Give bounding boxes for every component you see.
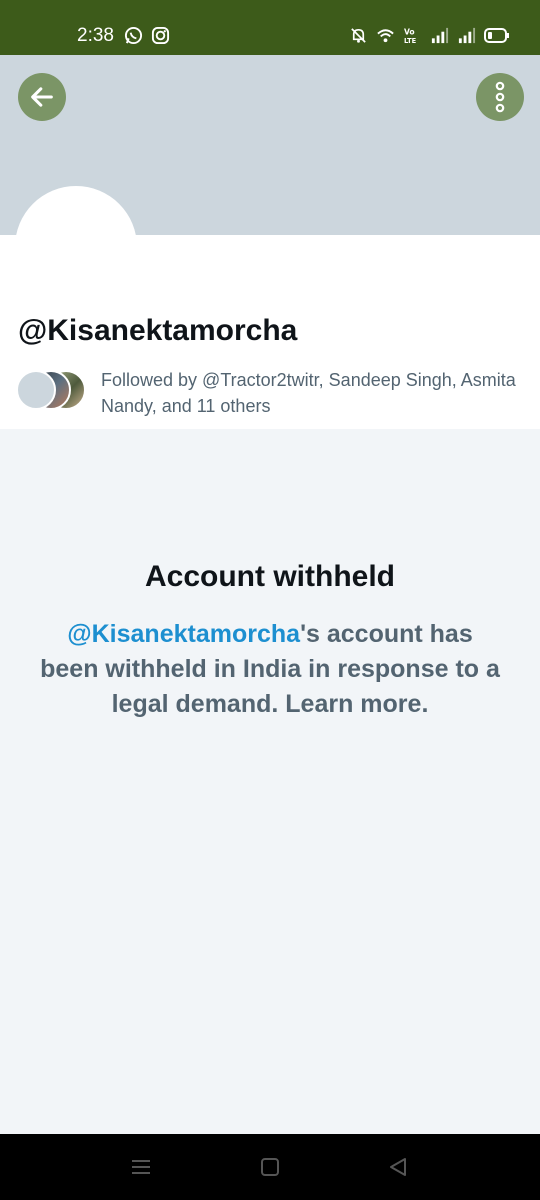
arrow-left-icon <box>31 87 53 107</box>
signal-icon <box>431 27 449 44</box>
back-triangle-icon[interactable] <box>387 1156 409 1178</box>
wifi-icon <box>377 29 394 43</box>
svg-text:LTE: LTE <box>404 37 417 45</box>
mute-icon <box>351 28 366 43</box>
status-bar: 2:38 Vo LTE <box>0 0 540 55</box>
profile-handle: @Kisanektamorcha <box>18 314 298 347</box>
volte-icon: Vo LTE <box>404 28 417 45</box>
home-square-icon[interactable] <box>259 1156 281 1178</box>
status-time: 2:38 <box>77 25 114 46</box>
follower-avatar <box>16 370 56 410</box>
back-button[interactable] <box>18 73 66 121</box>
signal-icon <box>458 27 476 44</box>
withheld-title: Account withheld <box>145 560 395 593</box>
followers-avatars[interactable] <box>16 370 106 410</box>
battery-icon <box>484 28 509 43</box>
svg-text:Vo: Vo <box>404 28 415 37</box>
instagram-icon <box>151 26 170 45</box>
withheld-message: @Kisanektamorcha's account has been with… <box>40 617 500 722</box>
more-options-button[interactable] <box>476 73 524 121</box>
whatsapp-icon <box>124 26 143 45</box>
system-nav-bar <box>0 1134 540 1200</box>
more-vertical-icon <box>495 81 505 113</box>
learn-more-link[interactable]: Learn more. <box>285 690 428 718</box>
menu-icon[interactable] <box>130 1156 152 1178</box>
followed-by-text[interactable]: Followed by @Tractor2twitr, Sandeep Sing… <box>101 367 521 419</box>
withheld-handle-link[interactable]: @Kisanektamorcha <box>67 620 300 648</box>
